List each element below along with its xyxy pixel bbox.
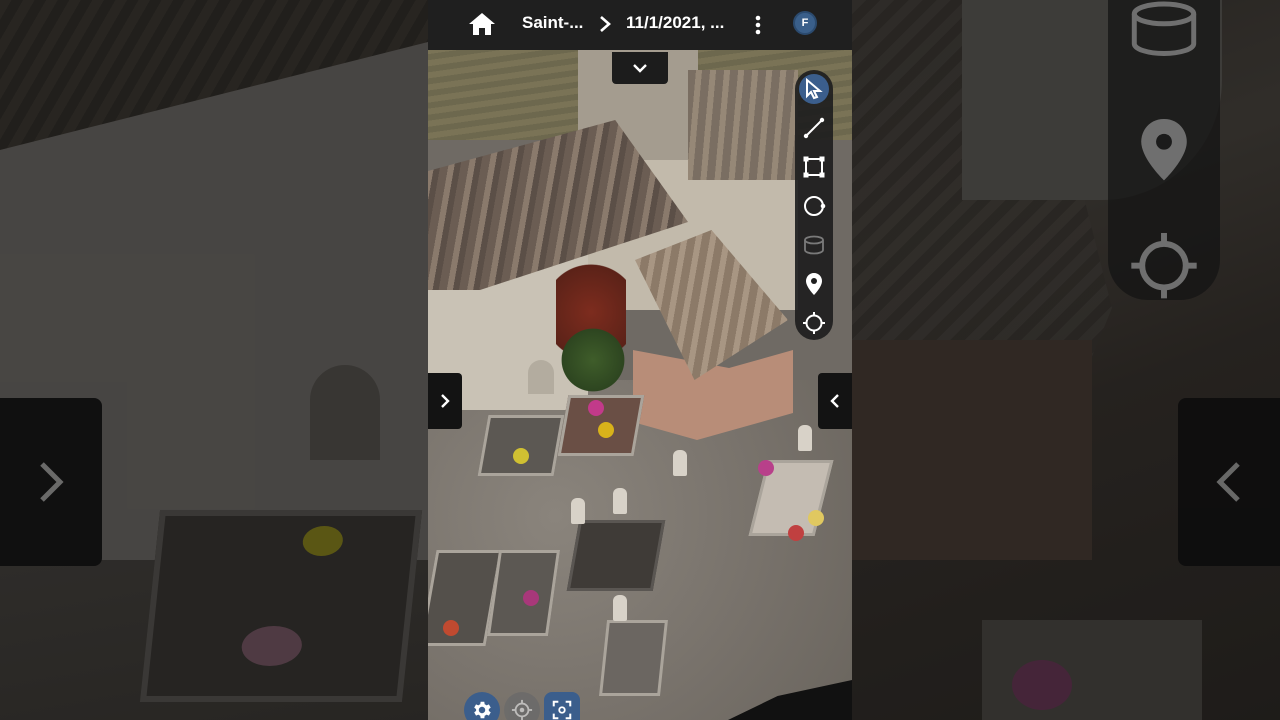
collapse-toggle[interactable]	[612, 52, 668, 84]
cylinder-icon	[804, 235, 824, 255]
flowers	[523, 590, 539, 606]
home-icon[interactable]	[468, 11, 496, 37]
map-pin-icon	[806, 273, 822, 295]
flowers	[588, 400, 604, 416]
next-button[interactable]	[818, 373, 852, 429]
measure-circle-tool[interactable]	[799, 191, 829, 221]
grave	[599, 620, 668, 696]
recenter-button[interactable]	[504, 692, 540, 720]
more-vertical-icon[interactable]	[750, 12, 766, 38]
prev-button[interactable]	[428, 373, 462, 429]
chevron-down-icon	[633, 64, 647, 73]
polygon-icon	[803, 156, 825, 178]
headstone	[571, 498, 585, 524]
headstone	[673, 450, 687, 476]
breadcrumb-capture-date[interactable]: 11/1/2021, ...	[626, 13, 724, 33]
cursor-icon	[806, 78, 823, 100]
measurement-toolbar	[795, 70, 833, 340]
background-toolbar	[1108, 0, 1220, 300]
chevron-right-icon	[441, 394, 450, 408]
line-icon	[803, 117, 825, 139]
grave	[477, 415, 565, 476]
headstone	[613, 488, 627, 514]
background-blur-left	[0, 0, 428, 720]
measure-volume-tool[interactable]	[799, 230, 829, 260]
measure-area-tool[interactable]	[799, 152, 829, 182]
grave	[566, 520, 666, 591]
chevron-right-icon	[600, 16, 611, 32]
crosshair-icon	[1131, 232, 1197, 299]
flowers	[788, 525, 804, 541]
gear-icon	[474, 701, 491, 719]
crosshair-icon	[803, 312, 825, 334]
fit-view-button[interactable]	[544, 692, 580, 720]
headstone	[613, 595, 627, 621]
chevron-left-icon	[830, 394, 839, 408]
flowers	[443, 620, 459, 636]
background-prev-arrow	[0, 398, 102, 566]
app-screen: Saint-... 11/1/2021, ... F	[428, 0, 852, 720]
cylinder-icon	[1131, 1, 1197, 56]
measure-line-tool[interactable]	[799, 113, 829, 143]
top-bar: Saint-... 11/1/2021, ... F	[428, 0, 852, 50]
flowers	[598, 422, 614, 438]
map-pin-icon	[1141, 119, 1187, 181]
target-icon	[511, 699, 533, 720]
breadcrumb-site[interactable]: Saint-...	[522, 13, 583, 33]
arch-doorway	[528, 360, 554, 394]
background-next-arrow	[1178, 398, 1280, 566]
flowers	[808, 510, 824, 526]
bottom-controls	[464, 690, 598, 720]
circle-icon	[804, 196, 826, 216]
fullscreen-icon	[552, 700, 572, 720]
church-roof-back	[688, 70, 798, 180]
flowers	[513, 448, 529, 464]
headstone	[798, 425, 812, 451]
avatar[interactable]: F	[793, 11, 817, 35]
3d-viewer[interactable]	[428, 50, 852, 720]
select-tool[interactable]	[799, 74, 829, 104]
locate-tool[interactable]	[799, 308, 829, 338]
annotation-tool[interactable]	[799, 269, 829, 299]
settings-button[interactable]	[464, 692, 500, 720]
bush	[553, 320, 633, 400]
flowers	[758, 460, 774, 476]
